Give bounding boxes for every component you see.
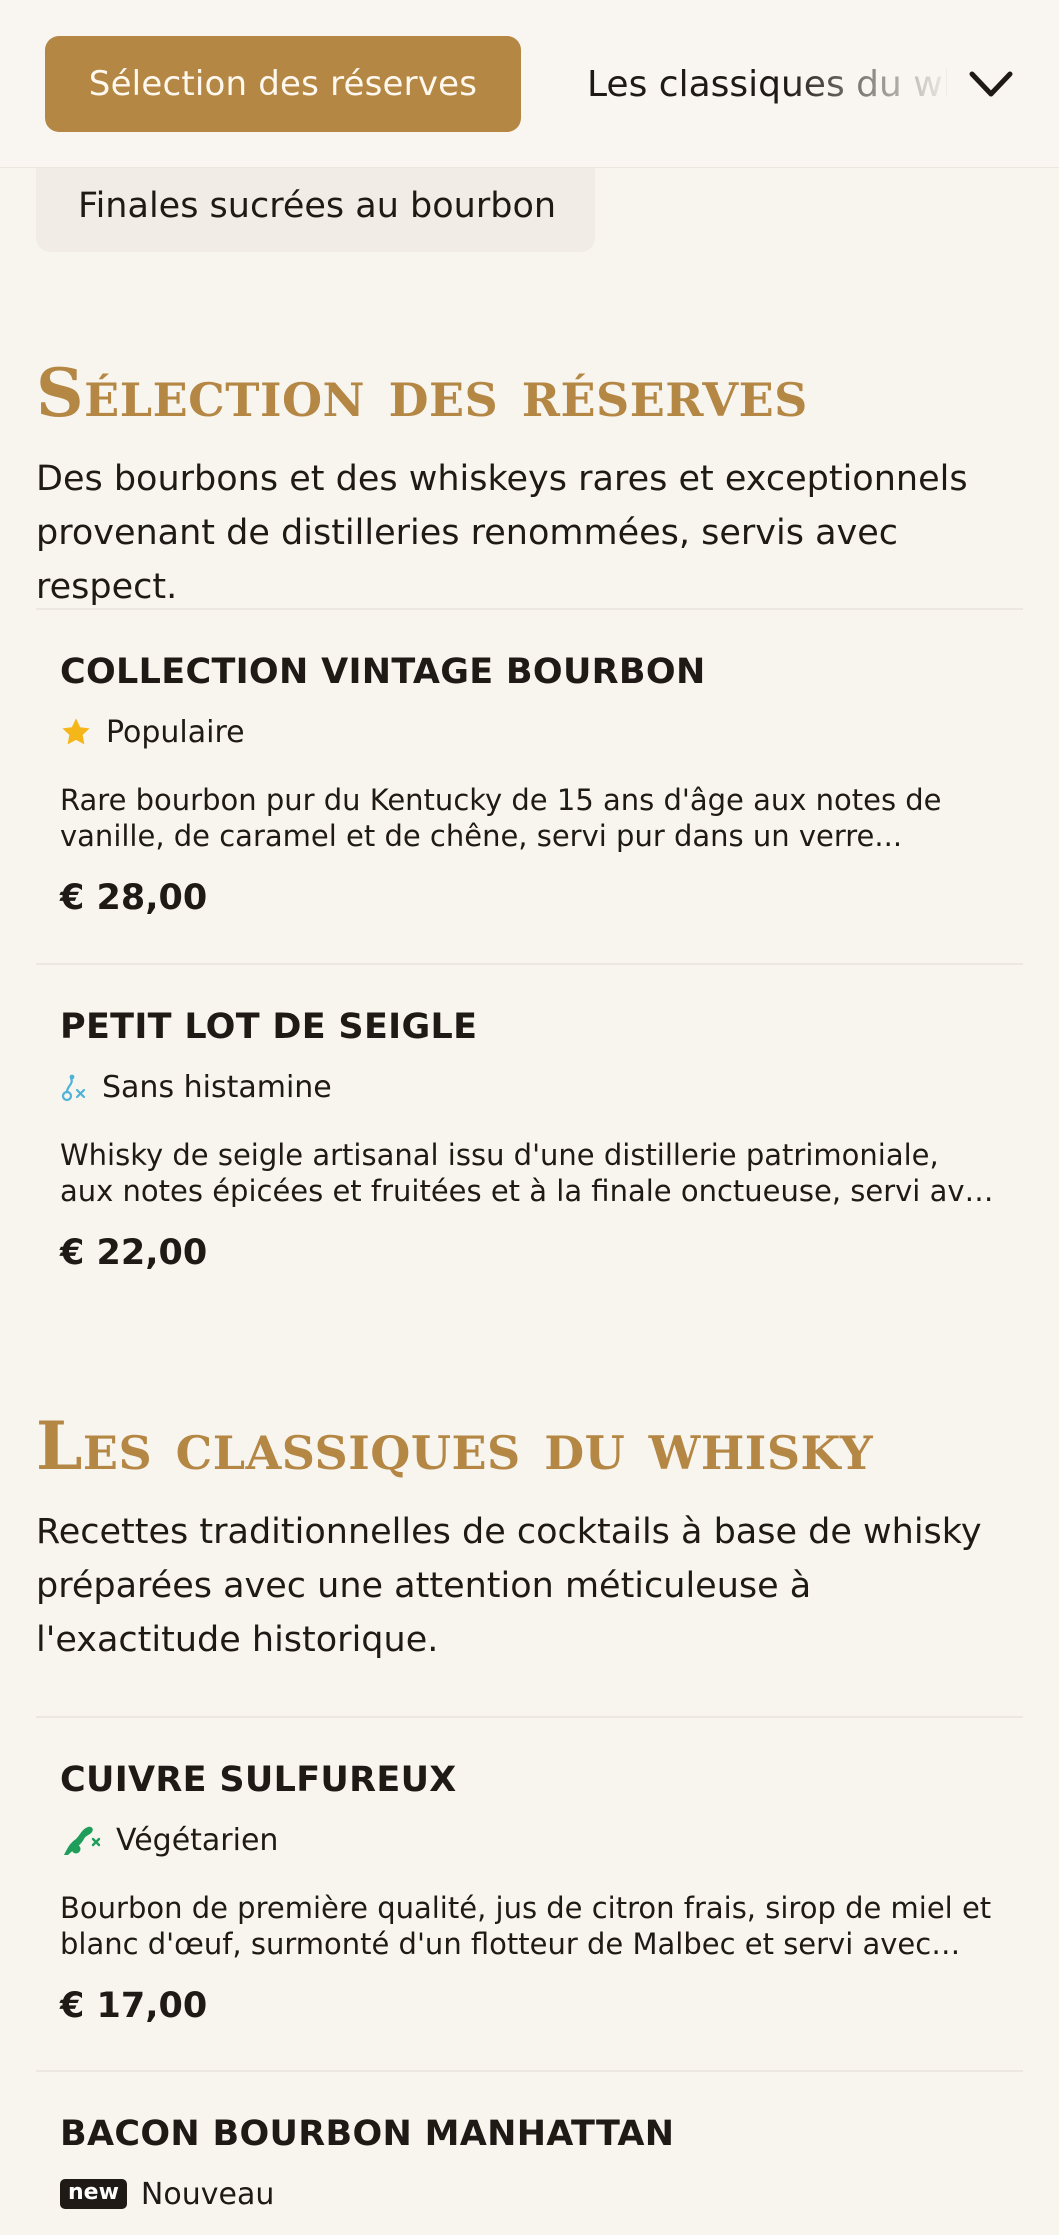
menu-item[interactable]: PETIT LOT DE SEIGLE Sans histamine Whisk… — [36, 963, 1023, 1319]
item-description: Bourbon de première qualité, jus de citr… — [60, 1891, 992, 1961]
item-tag-label: Végétarien — [116, 1822, 279, 1858]
category-chip-finales-sucrees[interactable]: Finales sucrées au bourbon — [36, 160, 595, 252]
section-title: Sélection des réserves — [36, 354, 808, 432]
section-title: Les classiques du whisky — [36, 1407, 874, 1485]
category-tab-selection-reserves[interactable]: Sélection des réserves — [45, 36, 521, 132]
section-selection-reserves: Sélection des réserves Des bourbons et d… — [36, 360, 1023, 614]
item-tag-label: Populaire — [106, 714, 245, 750]
new-badge: new — [60, 2179, 127, 2209]
item-tag: Végétarien — [60, 1820, 999, 1860]
item-tag-label: Nouveau — [140, 2176, 275, 2212]
item-name: CUIVRE SULFUREUX — [60, 1760, 457, 1800]
vegetarian-icon — [60, 1821, 102, 1859]
chevron-down-icon — [969, 71, 1013, 97]
new-badge-icon: new — [60, 2179, 127, 2209]
histamine-free-icon — [60, 1072, 88, 1102]
item-tag: Sans histamine — [60, 1067, 999, 1107]
item-tag: Populaire — [60, 712, 999, 752]
item-tag: new Nouveau — [60, 2174, 999, 2214]
menu-item[interactable]: BACON BOURBON MANHATTAN new Nouveau — [36, 2070, 1023, 2235]
item-tag-label: Sans histamine — [102, 1069, 332, 1105]
category-tab-classiques-whisky[interactable]: Les classiques du whisky — [565, 36, 947, 132]
menu-item[interactable]: COLLECTION VINTAGE BOURBON Populaire Rar… — [36, 608, 1023, 964]
item-description: Whisky de seigle artisanal issu d'une di… — [60, 1138, 999, 1208]
menu-item[interactable]: CUIVRE SULFUREUX Végétarien Bourbon de p… — [36, 1716, 1023, 2072]
section-description: Des bourbons et des whiskeys rares et ex… — [36, 459, 968, 607]
item-description: Rare bourbon pur du Kentucky de 15 ans d… — [60, 783, 942, 853]
category-nav-bar: Sélection des réserves Les classiques du… — [0, 0, 1059, 168]
section-description: Recettes traditionnelles de cocktails à … — [36, 1512, 982, 1660]
item-price: € 22,00 — [60, 1233, 208, 1273]
item-name: COLLECTION VINTAGE BOURBON — [60, 652, 706, 692]
item-price: € 17,00 — [60, 1986, 208, 2026]
expand-categories-button[interactable] — [955, 48, 1027, 120]
item-name: PETIT LOT DE SEIGLE — [60, 1007, 478, 1047]
item-name: BACON BOURBON MANHATTAN — [60, 2114, 675, 2154]
item-price: € 28,00 — [60, 878, 208, 918]
star-icon — [60, 716, 92, 748]
section-classiques-whisky: Les classiques du whisky Recettes tradit… — [36, 1413, 1023, 1667]
